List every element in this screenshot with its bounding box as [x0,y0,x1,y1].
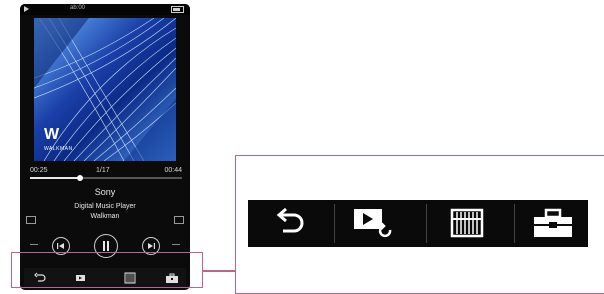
callout-connector-line [203,270,236,272]
shuffle-icon[interactable] [172,244,180,245]
elapsed-time: 00:25 [30,167,48,174]
highlight-frame [11,252,203,288]
info-icon[interactable] [174,216,184,224]
walkman-logo: W WALKMAN [44,126,90,154]
status-bar: ab:00 [20,4,190,15]
walkman-logo-word: WALKMAN [44,146,73,152]
album-name: Digital Music Player [74,203,136,210]
progress-bar[interactable] [30,175,182,181]
option-bar-enlarged [248,200,588,247]
play-queue-icon [354,209,392,238]
walkman-device: ab:00 W WALKMAN 00:25 1/17 00:44 Sony Di… [20,4,190,290]
total-time: 00:44 [164,167,182,174]
play-indicator-icon [24,6,29,12]
walkman-logo-mark: W [44,126,59,143]
status-time: ab:00 [70,5,86,11]
track-title: Walkman [90,213,120,220]
progress-handle[interactable] [77,175,84,181]
toolbox-icon [534,208,572,237]
separator [514,204,515,243]
repeat-icon[interactable] [30,244,38,245]
lyrics-icon[interactable] [26,216,36,224]
options-button[interactable] [518,200,588,247]
separator [334,204,335,243]
track-position: 1/17 [96,167,110,174]
separator [426,204,427,243]
progress-fill [30,177,81,179]
play-queue-button[interactable] [338,200,423,247]
track-info: Sony Digital Music Player Walkman [20,186,190,222]
artist-name: Sony [94,187,116,197]
battery-icon [171,6,184,13]
library-button[interactable] [430,200,510,247]
back-button[interactable] [248,200,328,247]
back-arrow-icon [276,207,304,233]
album-art[interactable]: W WALKMAN [34,18,176,161]
library-icon [450,208,484,238]
progress-row: 00:25 1/17 00:44 [30,167,182,181]
